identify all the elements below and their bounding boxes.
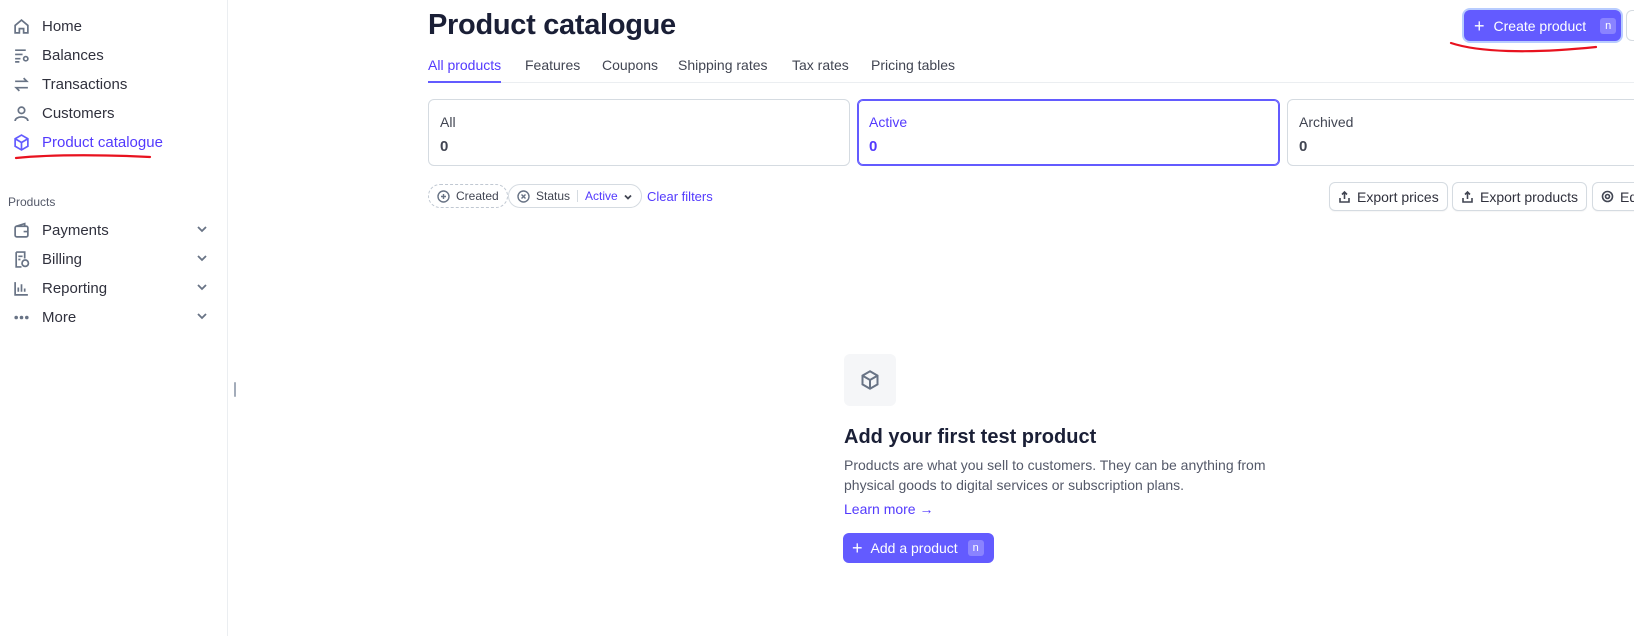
empty-state-icon — [844, 354, 896, 406]
more-actions-button[interactable] — [1626, 10, 1634, 41]
divider — [577, 190, 579, 202]
keyboard-shortcut-badge: n — [967, 540, 984, 556]
card-label: Archived — [1299, 114, 1354, 130]
export-icon — [1338, 190, 1351, 203]
add-circle-icon — [437, 189, 450, 203]
tab-bar: All products Features Coupons Shipping r… — [428, 57, 1634, 83]
empty-state-description: Products are what you sell to customers.… — [844, 457, 1266, 493]
sidebar-item-balances[interactable]: Balances — [12, 43, 104, 67]
export-prices-button[interactable]: Export prices — [1329, 182, 1448, 211]
summary-card-archived[interactable]: Archived 0 — [1287, 99, 1634, 166]
billing-icon — [12, 250, 30, 268]
product-box-icon — [861, 370, 879, 390]
more-dots-icon — [12, 308, 30, 326]
chevron-down-icon — [623, 191, 633, 201]
sidebar-item-more[interactable]: More — [12, 305, 212, 329]
filter-status-chip[interactable]: Status Active — [508, 184, 642, 208]
red-underline-annotation — [14, 154, 152, 160]
button-label: Ed — [1620, 188, 1634, 205]
plus-icon: + — [852, 538, 863, 558]
export-products-button[interactable]: Export products — [1452, 182, 1588, 211]
sidebar-item-payments[interactable]: Payments — [12, 218, 212, 242]
card-label: All — [440, 114, 456, 130]
sidebar-item-billing[interactable]: Billing — [12, 247, 212, 271]
tab-shipping-rates[interactable]: Shipping rates — [678, 57, 768, 83]
sidebar-item-label: Product catalogue — [42, 133, 163, 151]
clear-filters-link[interactable]: Clear filters — [647, 189, 713, 204]
sidebar-item-label: Payments — [42, 221, 109, 239]
create-product-label: Create product — [1493, 17, 1587, 34]
add-product-label: Add a product — [870, 540, 958, 556]
create-product-button[interactable]: + Create product n — [1464, 10, 1621, 41]
chevron-down-icon — [195, 280, 209, 294]
tab-features[interactable]: Features — [525, 57, 580, 83]
tab-tax-rates[interactable]: Tax rates — [792, 57, 849, 83]
reporting-icon — [12, 279, 30, 297]
tab-pricing-tables[interactable]: Pricing tables — [871, 57, 955, 83]
filter-label: Created — [456, 189, 499, 203]
sidebar: Home Balances Transactions Customers Pro… — [0, 0, 228, 636]
filter-value: Active — [585, 189, 618, 203]
button-label: Export prices — [1357, 188, 1439, 205]
balances-icon — [12, 46, 30, 64]
sidebar-item-label: Customers — [42, 104, 115, 122]
card-count: 0 — [869, 138, 878, 155]
sidebar-item-product-catalogue[interactable]: Product catalogue — [12, 130, 163, 154]
sidebar-item-reporting[interactable]: Reporting — [12, 276, 212, 300]
transactions-icon — [12, 75, 30, 93]
empty-state-title: Add your first test product — [844, 426, 1097, 448]
sidebar-item-customers[interactable]: Customers — [12, 101, 115, 125]
sidebar-item-label: Balances — [42, 46, 104, 64]
sidebar-item-label: Home — [42, 17, 83, 35]
sidebar-item-label: More — [42, 308, 77, 326]
learn-more-link[interactable]: Learn more → — [844, 501, 933, 517]
filter-created-chip[interactable]: Created — [428, 184, 508, 208]
add-product-button[interactable]: + Add a product n — [843, 533, 994, 563]
chevron-down-icon — [195, 222, 209, 236]
edit-columns-button[interactable]: Ed — [1592, 182, 1634, 211]
wallet-icon — [12, 221, 30, 239]
chevron-down-icon — [195, 309, 209, 323]
keyboard-shortcut-badge: n — [1600, 17, 1617, 34]
card-label: Active — [869, 114, 908, 130]
section-label-products: Products — [8, 195, 56, 209]
summary-card-all[interactable]: All 0 — [428, 99, 850, 166]
sidebar-item-label: Reporting — [42, 279, 108, 297]
button-label: Export products — [1480, 188, 1579, 205]
home-icon — [12, 17, 30, 35]
product-box-icon — [12, 133, 30, 151]
tab-all-products[interactable]: All products — [428, 57, 502, 83]
tab-coupons[interactable]: Coupons — [602, 57, 658, 83]
card-count: 0 — [440, 138, 449, 155]
summary-card-active[interactable]: Active 0 — [857, 99, 1280, 166]
export-icon — [1461, 190, 1474, 203]
page-title: Product catalogue — [428, 9, 676, 41]
filter-label: Status — [536, 189, 571, 203]
chevron-down-icon — [195, 251, 209, 265]
sidebar-item-label: Transactions — [42, 75, 128, 93]
card-count: 0 — [1299, 138, 1308, 155]
plus-icon: + — [1474, 15, 1485, 36]
remove-circle-icon[interactable] — [517, 189, 530, 203]
sidebar-item-label: Billing — [42, 250, 83, 268]
sidebar-resize-handle[interactable] — [234, 382, 236, 397]
customers-icon — [12, 104, 30, 122]
sidebar-item-home[interactable]: Home — [12, 14, 82, 38]
sidebar-item-transactions[interactable]: Transactions — [12, 72, 127, 96]
gear-icon — [1601, 190, 1614, 203]
